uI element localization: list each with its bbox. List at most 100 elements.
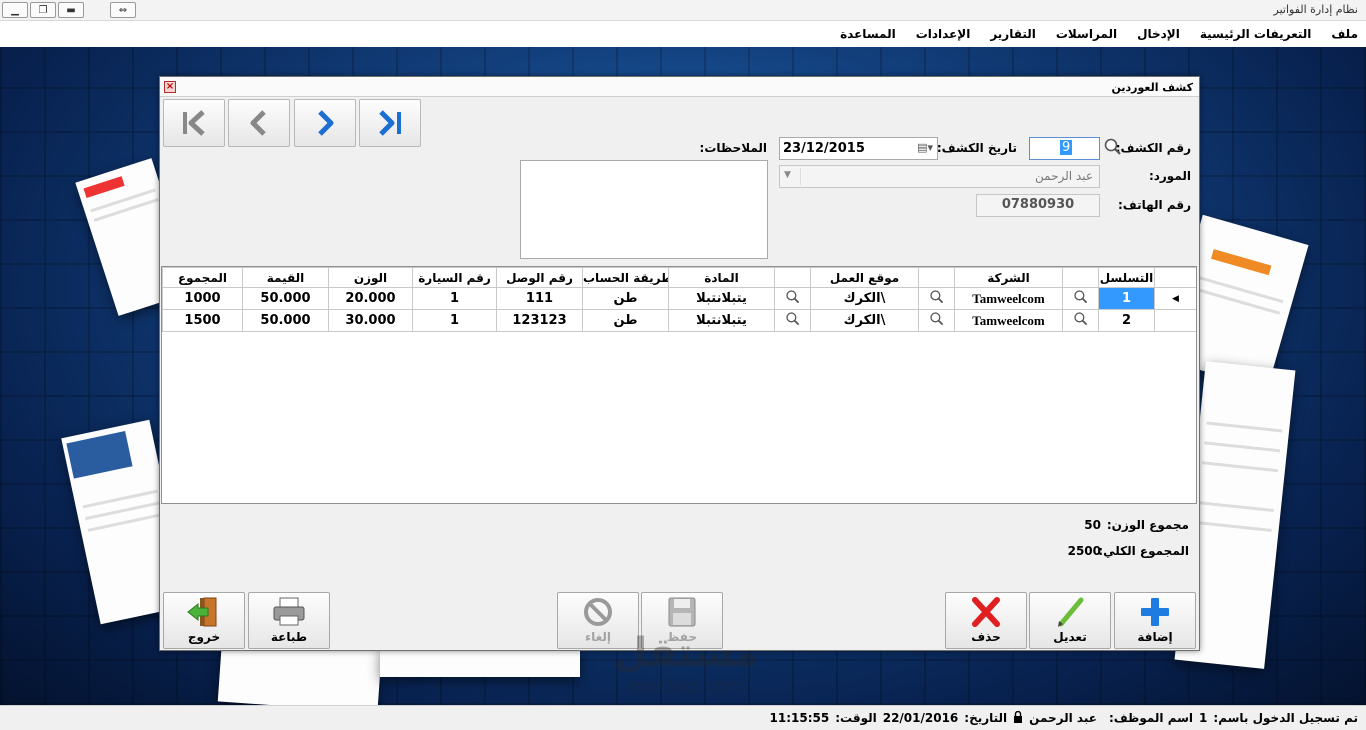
site-search-button[interactable]	[918, 309, 955, 332]
cell-car-no[interactable]: 1	[412, 309, 497, 332]
row-selector[interactable]: ◀	[1154, 287, 1196, 310]
cell-site[interactable]: الكرك\	[810, 287, 919, 310]
cell-material[interactable]: يتبلانتبلا	[668, 309, 775, 332]
date-label: التاريخ:	[964, 711, 1008, 725]
search-icon	[1073, 289, 1087, 303]
cell-total[interactable]: 1000	[162, 287, 243, 310]
col-header-car-no[interactable]: رقم السيارة	[412, 267, 497, 288]
cell-receipt-no[interactable]: 123123	[496, 309, 583, 332]
first-record-icon	[183, 110, 205, 136]
col-header-site-search	[918, 267, 955, 288]
cell-calc-method[interactable]: طن	[582, 287, 669, 310]
restore-button[interactable]: ❐	[30, 2, 56, 18]
menu-input[interactable]: الإدخال	[1137, 25, 1180, 43]
cell-car-no[interactable]: 1	[412, 287, 497, 310]
cell-weight[interactable]: 30.000	[328, 309, 413, 332]
cell-site[interactable]: الكرك\	[810, 309, 919, 332]
window-titlebar: ▁ ❐ ▬ ⇔ نظام إدارة الفواتير	[0, 0, 1366, 21]
menu-settings[interactable]: الإعدادات	[916, 25, 971, 43]
employee-label: اسم الموظف:	[1108, 711, 1194, 725]
notes-textarea[interactable]	[520, 160, 768, 259]
decor-paper	[380, 647, 580, 677]
edit-button[interactable]: تعديل	[1029, 592, 1111, 649]
total-weight-value: 50	[1084, 518, 1101, 532]
site-search-button[interactable]	[918, 287, 955, 310]
cell-material[interactable]: يتبلانتبلا	[668, 287, 775, 310]
add-label: إضافة	[1137, 630, 1173, 644]
cell-calc-method[interactable]: طن	[582, 309, 669, 332]
col-header-material[interactable]: المادة	[668, 267, 775, 288]
search-statement-button[interactable]	[1103, 137, 1123, 157]
menu-file[interactable]: ملف	[1331, 25, 1358, 43]
last-record-button[interactable]	[359, 99, 421, 147]
calendar-icon[interactable]: ▤▾	[917, 141, 933, 154]
dialog-close-button[interactable]: ×	[164, 81, 176, 93]
delete-label: حذف	[971, 630, 1001, 644]
statement-date-picker[interactable]: 23/12/2015 ▤▾	[779, 137, 938, 160]
menu-definitions[interactable]: التعريفات الرئيسية	[1200, 25, 1312, 43]
col-header-value[interactable]: القيمة	[242, 267, 329, 288]
grid-table: المجموع القيمة الوزن رقم السيارة رقم الو…	[162, 267, 1196, 332]
col-header-material-search	[774, 267, 811, 288]
menu-correspondence[interactable]: المراسلات	[1056, 25, 1117, 43]
col-header-sequence[interactable]: التسلسل	[1098, 267, 1155, 288]
row-selector-header	[1154, 267, 1196, 288]
menu-help[interactable]: المساعدة	[840, 25, 896, 43]
cell-company[interactable]: Tamweelcom	[954, 309, 1063, 332]
grid-header-row: المجموع القيمة الوزن رقم السيارة رقم الو…	[162, 267, 1196, 288]
cell-weight[interactable]: 20.000	[328, 287, 413, 310]
company-search-button[interactable]	[1062, 309, 1099, 332]
grand-total-value: 2500	[1067, 544, 1101, 558]
status-bar: تم تسجيل الدخول باسم: 1 اسم الموظف: عبد …	[0, 705, 1366, 730]
statement-date-label: تاريخ الكشف:	[936, 141, 1017, 155]
edit-pencil-icon	[1058, 597, 1084, 627]
minimize-button[interactable]: ▁	[2, 2, 28, 18]
delete-x-icon	[972, 597, 1000, 627]
supplier-statement-dialog: × كشف العوردين رقم الكشف: 9 تاريخ الكشف:…	[159, 76, 1200, 651]
company-search-button[interactable]	[1062, 287, 1099, 310]
resize-arrows-icon[interactable]: ⇔	[110, 2, 136, 18]
supplier-select[interactable]: ▼ عبد الرحمن	[779, 165, 1100, 188]
menu-bar: ملف التعريفات الرئيسية الإدخال المراسلات…	[0, 21, 1366, 47]
cell-receipt-no[interactable]: 111	[496, 287, 583, 310]
dialog-title: كشف العوردين	[1111, 81, 1193, 94]
cancel-icon	[584, 598, 612, 626]
row-selector[interactable]	[1154, 309, 1196, 332]
delete-button[interactable]: حذف	[945, 592, 1027, 649]
supplier-label: المورد:	[1148, 169, 1191, 183]
exit-door-icon	[187, 597, 217, 627]
table-row[interactable]: 1500 50.000 30.000 1 123123 طن يتبلانتبل…	[162, 309, 1196, 332]
search-icon	[1073, 311, 1087, 325]
close-window-button[interactable]: ▬	[58, 2, 84, 18]
total-weight-label: مجموع الوزن:	[1106, 518, 1189, 532]
previous-record-button[interactable]	[228, 99, 290, 147]
table-row[interactable]: 1000 50.000 20.000 1 111 طن يتبلانتبلا ا…	[162, 287, 1196, 310]
cell-total[interactable]: 1500	[162, 309, 243, 332]
material-search-button[interactable]	[774, 287, 811, 310]
lock-icon	[1013, 710, 1023, 726]
phone-input[interactable]: 07880930	[976, 194, 1100, 217]
col-header-receipt-no[interactable]: رقم الوصل	[496, 267, 583, 288]
material-search-button[interactable]	[774, 309, 811, 332]
col-header-company[interactable]: الشركة	[954, 267, 1063, 288]
menu-reports[interactable]: التقارير	[990, 25, 1036, 43]
cell-sequence[interactable]: 2	[1098, 309, 1155, 332]
statement-no-input[interactable]: 9	[1029, 137, 1100, 160]
col-header-weight[interactable]: الوزن	[328, 267, 413, 288]
cell-sequence[interactable]: 1	[1098, 287, 1155, 310]
col-header-total[interactable]: المجموع	[162, 267, 243, 288]
cell-value[interactable]: 50.000	[242, 309, 329, 332]
search-icon	[929, 311, 943, 325]
col-header-site[interactable]: موقع العمل	[810, 267, 919, 288]
cell-company[interactable]: Tamweelcom	[954, 287, 1063, 310]
app-title: نظام إدارة الفواتير	[1273, 3, 1359, 16]
exit-label: خروج	[187, 630, 221, 644]
col-header-calc-method[interactable]: طريقة الحساب	[582, 267, 669, 288]
grand-total-label: المجموع الكلي:	[1098, 544, 1189, 558]
print-button[interactable]: طباعة	[248, 592, 330, 649]
first-record-button[interactable]	[163, 99, 225, 147]
next-record-button[interactable]	[294, 99, 356, 147]
exit-button[interactable]: خروج	[163, 592, 245, 649]
cell-value[interactable]: 50.000	[242, 287, 329, 310]
add-button[interactable]: إضافة	[1114, 592, 1196, 649]
